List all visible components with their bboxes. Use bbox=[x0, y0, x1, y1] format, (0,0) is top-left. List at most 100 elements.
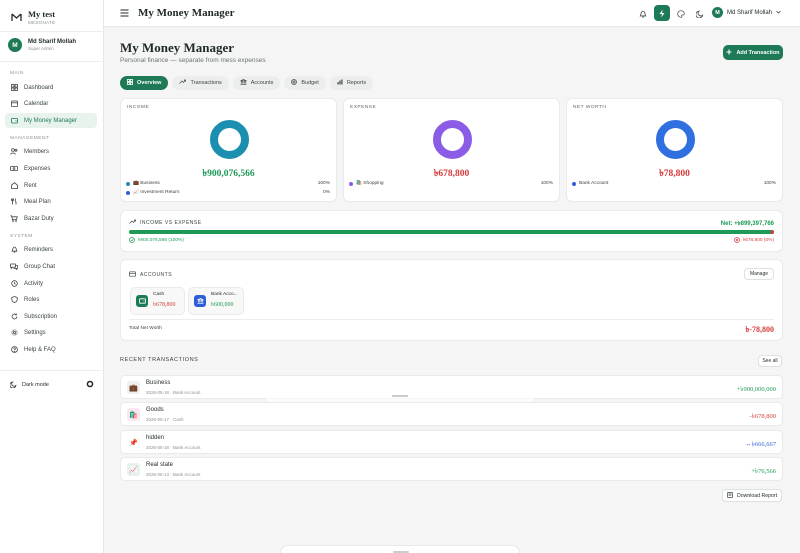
total-net-worth-value: ৳-78,800 bbox=[745, 325, 774, 334]
avatar: M bbox=[8, 38, 22, 52]
sidebar-item-expenses[interactable]: Expenses bbox=[5, 161, 97, 176]
transaction-row[interactable]: 🛍️ Goods 2026-05-17 · Cash -৳678,800 bbox=[120, 402, 783, 426]
dark-mode-label: Dark mode bbox=[22, 382, 49, 388]
gear-icon bbox=[10, 329, 18, 337]
transaction-meta: 2026-05-18 · Bank Account bbox=[146, 390, 201, 395]
user-name: Md Sharif Mollah bbox=[727, 9, 773, 16]
tab-label: Accounts bbox=[250, 80, 274, 86]
tab-transactions[interactable]: Transactions bbox=[172, 76, 229, 90]
section-label-main: MAIN bbox=[10, 71, 24, 76]
account-amount: ৳678,800 bbox=[153, 302, 176, 308]
transaction-amount: ↔৳666,667 bbox=[745, 441, 776, 448]
net-worth-label: NET WORTH bbox=[573, 105, 607, 110]
account-amount: ৳600,000 bbox=[211, 302, 234, 308]
income-amount: ৳900,076,566 bbox=[202, 169, 255, 179]
sidebar-item-bazar-duty[interactable]: Bazar Duty bbox=[5, 211, 97, 226]
check-circle-icon bbox=[129, 237, 135, 245]
sidebar-item-settings[interactable]: Settings bbox=[5, 325, 97, 340]
sidebar-item-rent[interactable]: Rent bbox=[5, 178, 97, 193]
add-transaction-button[interactable]: Add Transaction bbox=[723, 45, 783, 60]
sidebar-item-label: Subscription bbox=[24, 313, 58, 320]
legend-dot bbox=[126, 181, 130, 186]
dark-mode-toggle[interactable]: Dark mode bbox=[9, 380, 94, 390]
legend-pct: 100% bbox=[763, 181, 776, 186]
download-report-button[interactable]: Download Report bbox=[722, 489, 782, 502]
account-tile-cash[interactable]: Cash ৳678,800 bbox=[130, 287, 185, 315]
mail-logo-icon bbox=[10, 11, 22, 23]
sidebar-item-members[interactable]: Members bbox=[5, 144, 97, 159]
brand-subtitle: MESONATE bbox=[28, 20, 56, 25]
topbar: My Money Manager M Md Sharif Mollah bbox=[104, 0, 800, 27]
expense-share: ৳678,800 (0%) bbox=[733, 237, 774, 245]
transaction-meta: 2026-05-17 · Cash bbox=[146, 417, 184, 422]
sidebar-item-activity[interactable]: Activity bbox=[5, 276, 97, 291]
help-icon bbox=[10, 346, 18, 354]
account-tile-bank[interactable]: Bank Acco... ৳600,000 bbox=[188, 287, 244, 315]
tab-accounts[interactable]: Accounts bbox=[232, 76, 281, 90]
refresh-icon bbox=[10, 313, 18, 321]
ive-title-text: INCOME VS EXPENSE bbox=[140, 220, 202, 226]
sidebar-item-label: Group Chat bbox=[24, 263, 56, 270]
sidebar-item-help-faq[interactable]: Help & FAQ bbox=[5, 342, 97, 357]
recent-transactions-title: RECENT TRANSACTIONS bbox=[120, 357, 199, 363]
ive-title: INCOME VS EXPENSE bbox=[129, 219, 202, 227]
legend-dot bbox=[349, 181, 353, 186]
bell-icon[interactable] bbox=[636, 7, 650, 21]
sidebar-item-calendar[interactable]: Calendar bbox=[5, 96, 97, 111]
manage-button[interactable]: Manage bbox=[744, 268, 774, 280]
sidebar-item-roles[interactable]: Roles bbox=[5, 292, 97, 307]
legend-dot bbox=[572, 181, 576, 186]
legend-item: 📈 Investment Return 0% bbox=[126, 190, 330, 195]
sidebar-user[interactable]: M Md Sharif Mollah Super Admin bbox=[8, 38, 76, 52]
bottom-sheet[interactable] bbox=[280, 545, 520, 553]
expense-bar-segment bbox=[771, 230, 774, 234]
divider bbox=[0, 370, 104, 371]
legend-label: 🛍️ Shopping bbox=[356, 181, 384, 186]
transaction-row[interactable]: 📌 hidden 2026-05-18 · Bank Account ↔৳666… bbox=[120, 430, 783, 454]
income-card: INCOME ৳900,076,566 💼 Business 100% 📈 In… bbox=[120, 98, 337, 202]
page-subtitle: Personal finance — separate from mess ex… bbox=[120, 57, 266, 64]
bolt-icon[interactable] bbox=[654, 5, 670, 21]
transaction-row[interactable]: 📈 Real state 2026-05-13 · Bank Account +… bbox=[120, 457, 783, 481]
menu-icon[interactable] bbox=[120, 9, 129, 19]
net-worth-card: NET WORTH ৳78,800 Bank Account 100% bbox=[566, 98, 783, 202]
sidebar-item-group-chat[interactable]: Group Chat bbox=[5, 259, 97, 274]
tab-label: Reports bbox=[346, 80, 367, 86]
accounts-title: ACCOUNTS bbox=[129, 271, 172, 279]
sidebar-item-subscription[interactable]: Subscription bbox=[5, 309, 97, 324]
brand[interactable]: My test MESONATE bbox=[10, 9, 55, 25]
income-share: ৳900,076,566 (100%) bbox=[129, 237, 184, 245]
user-menu[interactable]: M Md Sharif Mollah bbox=[712, 7, 781, 18]
income-share-text: ৳900,076,566 (100%) bbox=[138, 238, 184, 243]
legend-label: 📈 Investment Return bbox=[133, 190, 180, 195]
sidebar-item-reminders[interactable]: Reminders bbox=[5, 242, 97, 257]
drag-handle[interactable] bbox=[265, 386, 535, 402]
sidebar-item-label: Members bbox=[24, 148, 50, 155]
target-icon bbox=[291, 79, 298, 87]
moon-icon[interactable] bbox=[693, 7, 707, 21]
net-worth-amount: ৳78,800 bbox=[659, 169, 690, 179]
expense-amount: ৳678,800 bbox=[433, 169, 470, 179]
sidebar-item-meal-plan[interactable]: Meal Plan bbox=[5, 194, 97, 209]
calendar-icon bbox=[10, 100, 18, 108]
tab-reports[interactable]: Reports bbox=[329, 76, 374, 90]
banknote-icon bbox=[10, 165, 18, 173]
sidebar-item-my-money-manager[interactable]: My Money Manager bbox=[5, 113, 97, 128]
document-icon bbox=[727, 491, 733, 500]
accounts-card: ACCOUNTS Manage Cash ৳678,800 Bank Acco.… bbox=[120, 259, 783, 341]
tab-budget[interactable]: Budget bbox=[284, 76, 326, 90]
tab-label: Budget bbox=[301, 80, 319, 86]
sidebar-item-dashboard[interactable]: Dashboard bbox=[5, 80, 97, 95]
transaction-name: Goods bbox=[146, 407, 164, 413]
see-all-button[interactable]: See all bbox=[758, 355, 782, 367]
account-name: Bank Acco... bbox=[211, 292, 238, 297]
shield-icon bbox=[10, 296, 18, 304]
palette-icon[interactable] bbox=[674, 7, 688, 21]
cart-icon bbox=[10, 215, 18, 223]
arrows-icon bbox=[179, 79, 187, 87]
tab-label: Overview bbox=[137, 80, 162, 86]
tab-overview[interactable]: Overview bbox=[120, 76, 169, 90]
home-icon bbox=[10, 182, 18, 190]
sidebar-item-label: Roles bbox=[24, 296, 40, 303]
sidebar-item-label: Settings bbox=[24, 329, 46, 336]
